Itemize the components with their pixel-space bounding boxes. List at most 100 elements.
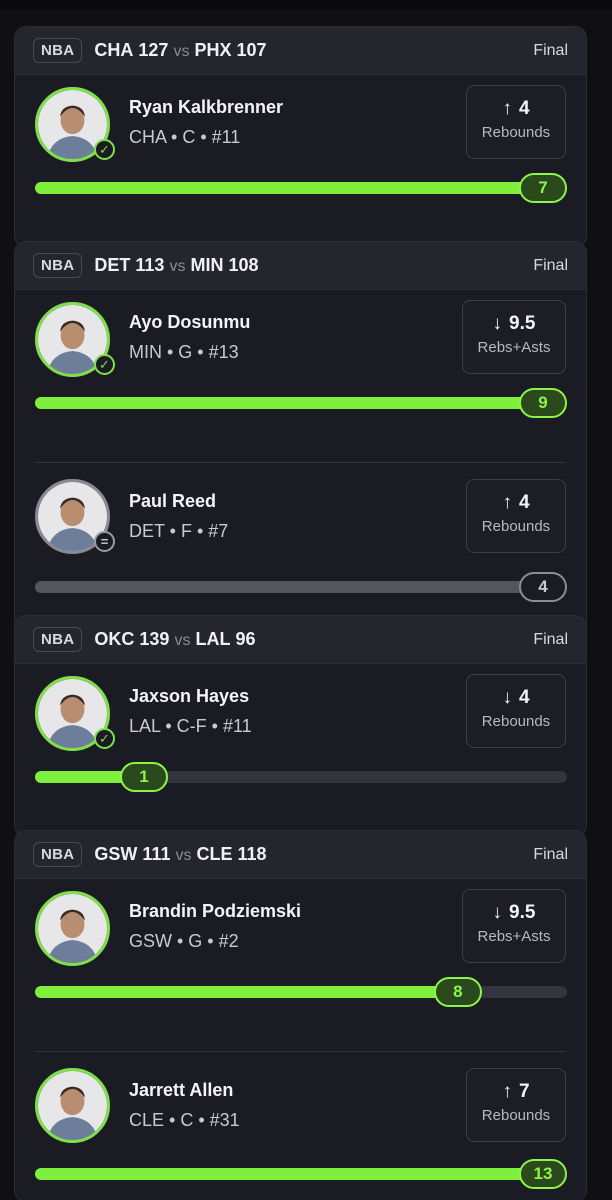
check-icon: ✓ (94, 728, 115, 749)
prop-stat: Rebounds (481, 713, 551, 730)
arrow-up-icon: ↑ (502, 1081, 512, 1102)
prop-line-box: ↓ 4 Rebounds (466, 674, 566, 748)
league-badge: NBA (33, 842, 83, 867)
prop-line: 4 (518, 492, 530, 513)
game-header: NBA GSW 111 vs CLE 118 Final (15, 831, 586, 879)
result-pill: 8 (433, 977, 482, 1007)
prop-line: 9.5 (509, 313, 536, 334)
avatar-silhouette-icon (38, 1071, 107, 1140)
game-card[interactable]: NBA CHA 127 vs PHX 107 Final ✓ Ryan Kalk… (14, 26, 587, 248)
game-header: NBA DET 113 vs MIN 108 Final (15, 242, 586, 290)
prop-line-box: ↓ 9.5 Rebs+Asts (462, 889, 566, 963)
prop-line: 7 (518, 1081, 530, 1102)
game-header: NBA CHA 127 vs PHX 107 Final (15, 27, 586, 75)
player-meta: GSW • G • #2 (129, 931, 239, 951)
arrow-down-icon: ↓ (492, 902, 503, 923)
progress-fill (35, 581, 543, 593)
away-team: CLE (196, 844, 233, 864)
result-pill: 1 (120, 762, 168, 792)
prop-line-box: ↑ 4 Rebounds (466, 85, 566, 159)
prop-line-box: ↓ 9.5 Rebs+Asts (462, 300, 566, 374)
player-meta: CHA • C • #11 (129, 127, 241, 147)
player-row[interactable]: ✓ Ayo Dosunmu MIN • G • #13 ↓ 9.5 Rebs+As… (15, 290, 586, 462)
progress-track: 9 (35, 388, 567, 418)
prop-line: 9.5 (509, 902, 536, 923)
avatar-silhouette-icon (38, 894, 107, 963)
home-score: 111 (142, 844, 171, 864)
league-badge: NBA (33, 253, 83, 278)
check-icon: ✓ (94, 139, 115, 160)
league-badge: NBA (33, 627, 83, 652)
progress-fill (35, 986, 458, 998)
arrow-down-icon: ↓ (502, 687, 512, 708)
top-strip (0, 0, 612, 10)
home-score: 139 (139, 629, 170, 649)
arrow-up-icon: ↑ (502, 98, 512, 119)
game-card[interactable]: NBA DET 113 vs MIN 108 Final ✓ Ayo Dosun… (14, 241, 587, 649)
vs-label: vs (173, 43, 190, 60)
result-pill: 9 (519, 388, 567, 418)
home-team: CHA (94, 40, 134, 60)
game-status: Final (533, 630, 568, 648)
prop-line-box: ↑ 4 Rebounds (466, 479, 566, 553)
player-name: Jarrett Allen (129, 1080, 234, 1100)
progress-track: 8 (35, 977, 567, 1007)
player-meta: CLE • C • #31 (129, 1110, 240, 1130)
player-avatar (35, 891, 110, 966)
arrow-down-icon: ↓ (492, 313, 503, 334)
vs-label: vs (174, 632, 191, 649)
progress-fill (35, 182, 543, 194)
home-team: DET (94, 255, 131, 275)
player-row[interactable]: ✓ Ryan Kalkbrenner CHA • C • #11 ↑ 4 Rebo… (15, 75, 586, 247)
prop-stat: Rebounds (481, 518, 551, 535)
prop-line: 4 (518, 687, 530, 708)
player-name: Brandin Podziemski (129, 901, 302, 921)
result-pill: 13 (519, 1159, 567, 1189)
away-score: 108 (228, 255, 259, 275)
player-avatar (35, 1068, 110, 1143)
prop-stat: Rebs+Asts (477, 339, 551, 356)
result-pill: 4 (519, 572, 567, 602)
progress-fill (35, 397, 543, 409)
prop-stat: Rebounds (481, 1107, 551, 1124)
game-status: Final (533, 41, 568, 59)
progress-track: 1 (35, 762, 567, 792)
matchup: GSW 111 vs CLE 118 (94, 844, 266, 865)
result-pill: 7 (519, 173, 567, 203)
player-meta: LAL • C-F • #11 (129, 716, 252, 736)
prop-line: 4 (518, 98, 530, 119)
home-score: 127 (138, 40, 169, 60)
matchup: OKC 139 vs LAL 96 (94, 629, 255, 650)
game-header: NBA OKC 139 vs LAL 96 Final (15, 616, 586, 664)
player-meta: DET • F • #7 (129, 521, 229, 541)
league-badge: NBA (33, 38, 83, 63)
progress-fill (35, 1168, 543, 1180)
player-row[interactable]: Brandin Podziemski GSW • G • #2 ↓ 9.5 Reb… (15, 879, 586, 1051)
prop-line-box: ↑ 7 Rebounds (466, 1068, 566, 1142)
away-team: PHX (194, 40, 232, 60)
home-team: GSW (94, 844, 138, 864)
player-name: Ryan Kalkbrenner (129, 97, 284, 117)
progress-track: 4 (35, 572, 567, 602)
away-team: LAL (195, 629, 231, 649)
away-score: 118 (237, 844, 267, 864)
away-score: 107 (236, 40, 267, 60)
player-name: Jaxson Hayes (129, 686, 250, 706)
player-row[interactable]: Jarrett Allen CLE • C • #31 ↑ 7 Rebounds … (35, 1051, 567, 1200)
vs-label: vs (169, 258, 186, 275)
home-team: OKC (94, 629, 135, 649)
game-card[interactable]: NBA GSW 111 vs CLE 118 Final Brandin Pod… (14, 830, 587, 1200)
game-status: Final (533, 845, 568, 863)
arrow-up-icon: ↑ (502, 492, 512, 513)
prop-stat: Rebounds (481, 124, 551, 141)
away-score: 96 (235, 629, 256, 649)
home-score: 113 (135, 255, 165, 275)
game-card[interactable]: NBA OKC 139 vs LAL 96 Final ✓ Jaxson Hay… (14, 615, 587, 837)
check-icon: ✓ (94, 354, 115, 375)
progress-track: 7 (35, 173, 567, 203)
away-team: MIN (190, 255, 224, 275)
prop-stat: Rebs+Asts (477, 928, 551, 945)
player-row[interactable]: ✓ Jaxson Hayes LAL • C-F • #11 ↓ 4 Reboun… (15, 664, 586, 836)
player-name: Paul Reed (129, 491, 217, 511)
player-meta: MIN • G • #13 (129, 342, 239, 362)
